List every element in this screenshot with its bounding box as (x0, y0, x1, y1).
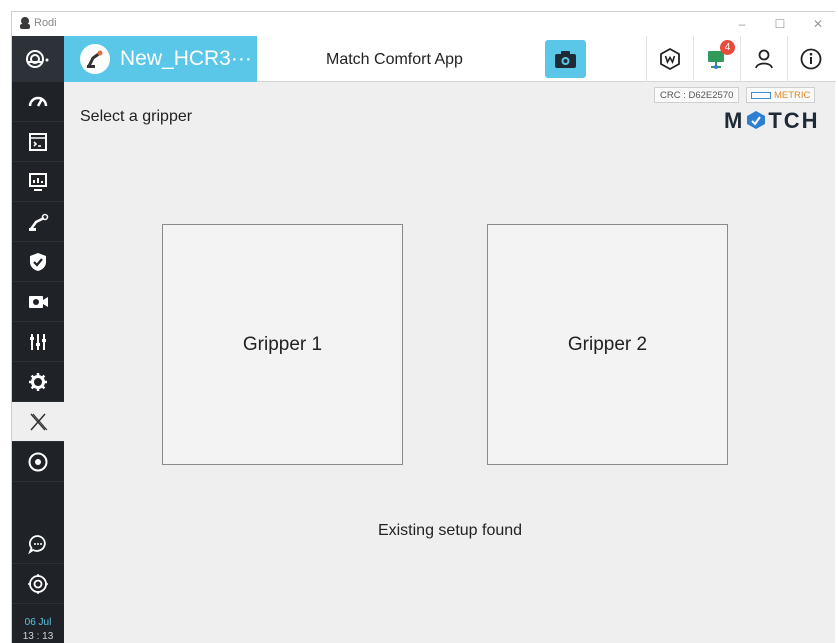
setup-status-text: Existing setup found (377, 522, 523, 539)
match-logo: M TCH (724, 108, 820, 133)
sidebar-time: 13 : 13 (22, 631, 54, 642)
ruler-icon (751, 91, 771, 99)
sidebar-item-chat[interactable] (12, 524, 64, 564)
minimize-button[interactable]: – (724, 14, 760, 34)
main-content: CRC : D62E2570 METRIC M TCH Select a grip… (64, 82, 836, 643)
close-button[interactable]: ✕ (800, 14, 836, 34)
maximize-button[interactable]: ☐ (762, 14, 798, 34)
network-button[interactable]: 4 (693, 36, 740, 82)
robot-arm-icon (29, 213, 49, 231)
gear-icon (29, 373, 47, 391)
unit-label: METRIC (774, 90, 811, 101)
w-status-button[interactable] (646, 36, 693, 82)
gripper-2-button[interactable]: Gripper 2 (487, 224, 728, 465)
sidebar-datetime: 06 Jul 13 : 13 (12, 616, 64, 643)
window-titlebar: Rodi – ☐ ✕ (12, 12, 836, 36)
camera-gear-icon (29, 296, 48, 308)
unit-badge: METRIC (746, 87, 816, 103)
window-title: Rodi (34, 17, 57, 29)
user-button[interactable] (740, 36, 787, 82)
info-button[interactable] (787, 36, 834, 82)
app-title: Match Comfort App (326, 51, 463, 68)
w-hexagon-icon (660, 47, 680, 71)
sidebar-item-media[interactable] (12, 442, 64, 482)
rodi-app-icon (20, 17, 30, 29)
notification-badge: 4 (720, 40, 735, 55)
camera-icon (555, 51, 576, 68)
project-tab[interactable]: New_HCR3··· (64, 36, 257, 82)
info-icon (800, 48, 822, 70)
chat-bubble-icon (28, 535, 46, 555)
robot-arm-icon (80, 44, 110, 74)
main-menu-button[interactable] (12, 36, 64, 82)
joystick-icon (28, 574, 48, 594)
sidebar-item-io[interactable] (12, 322, 64, 362)
select-gripper-label: Select a gripper (80, 108, 193, 125)
app-header: New_HCR3··· Match Comfort App 4 (12, 36, 836, 82)
sidebar-item-settings[interactable] (12, 362, 64, 402)
sidebar-item-vision[interactable] (12, 282, 64, 322)
sidebar-item-x-app[interactable] (12, 402, 64, 442)
gauge-icon (28, 96, 48, 107)
app-window: Rodi – ☐ ✕ New_HCR3··· Match Comfort App… (11, 11, 836, 643)
rainbow-logo-icon (26, 50, 49, 68)
project-name: New_HCR3··· (120, 47, 252, 70)
sidebar-item-dashboard[interactable] (12, 82, 64, 122)
sidebar-item-safety[interactable] (12, 242, 64, 282)
sidebar-item-control[interactable] (12, 564, 64, 604)
match-hex-icon (747, 111, 766, 129)
shield-check-icon (30, 253, 46, 271)
gripper-1-button[interactable]: Gripper 1 (162, 224, 403, 465)
sidebar-item-robot[interactable] (12, 202, 64, 242)
sliders-icon (30, 334, 46, 350)
monitor-chart-icon (29, 173, 47, 191)
disc-icon (28, 452, 48, 472)
camera-button[interactable] (545, 40, 586, 78)
sidebar-item-program[interactable] (12, 122, 64, 162)
user-icon (755, 49, 773, 69)
sidebar-item-monitor[interactable] (12, 162, 64, 202)
terminal-icon (29, 133, 47, 151)
sidebar: 06 Jul 13 : 13 (12, 82, 64, 643)
sidebar-date: 06 Jul (24, 617, 52, 628)
x-app-icon (30, 413, 48, 431)
crc-badge: CRC : D62E2570 (654, 87, 740, 103)
